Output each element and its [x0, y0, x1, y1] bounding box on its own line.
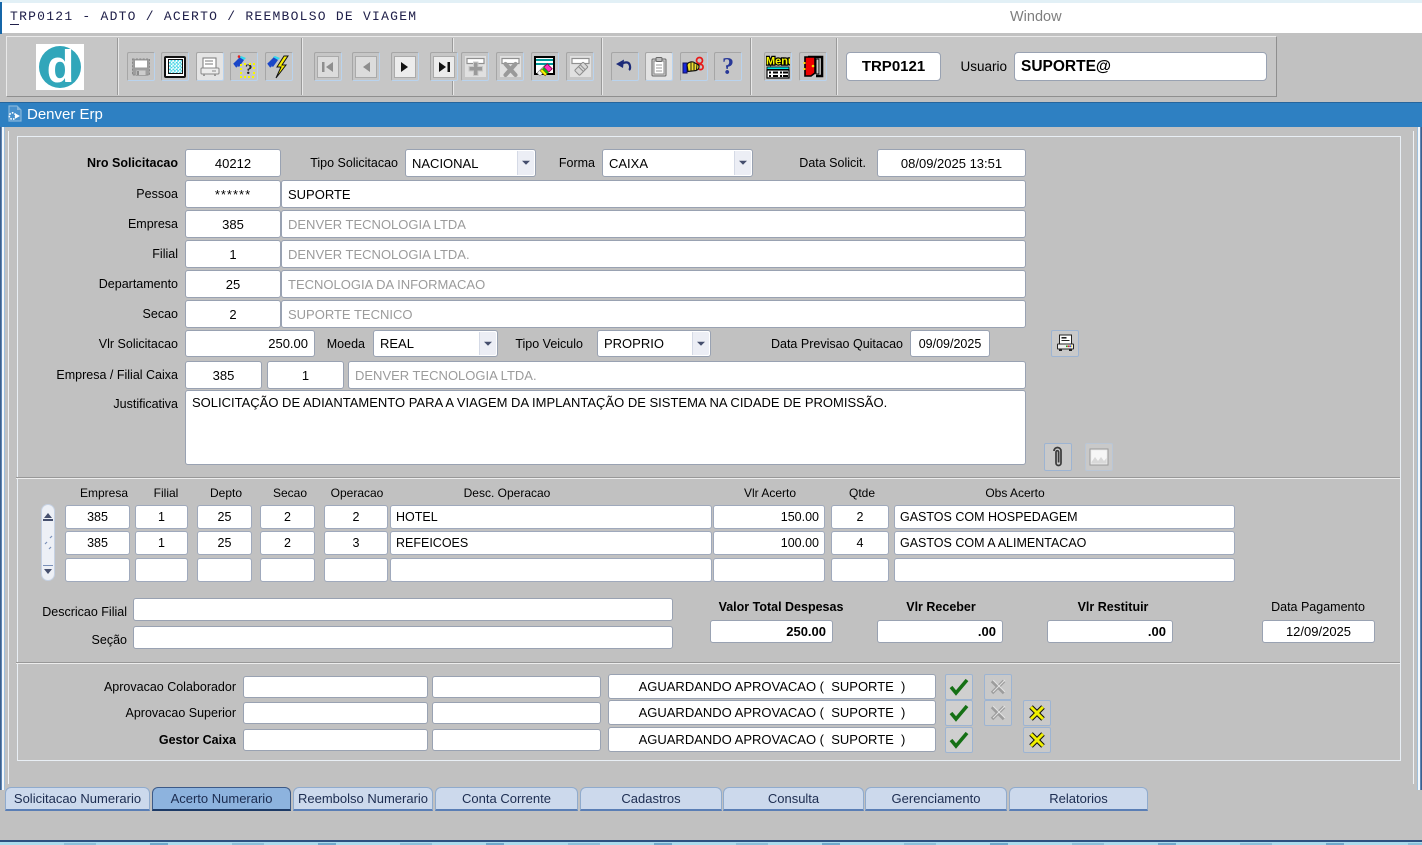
- svg-text:Menu: Menu: [766, 55, 790, 67]
- svg-text:?: ?: [245, 62, 253, 78]
- svg-text:d: d: [47, 45, 75, 89]
